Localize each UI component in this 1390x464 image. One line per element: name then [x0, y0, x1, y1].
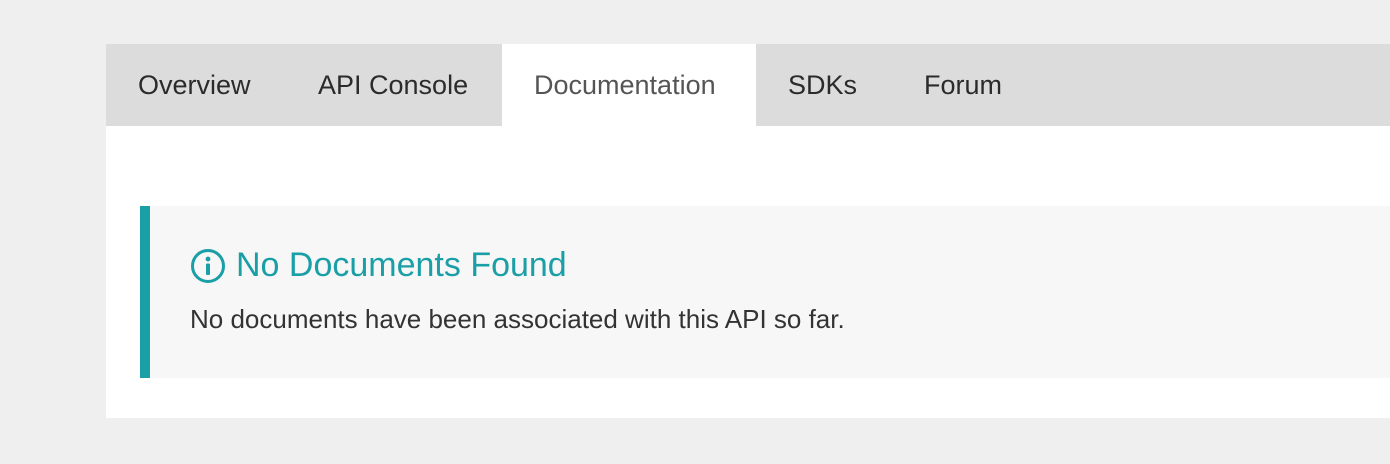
- info-icon: [190, 248, 226, 284]
- tab-overview[interactable]: Overview: [106, 44, 286, 126]
- tab-api-console[interactable]: API Console: [286, 44, 502, 126]
- tab-sdks[interactable]: SDKs: [756, 44, 892, 126]
- notice-title-row: No Documents Found: [190, 246, 567, 285]
- tab-forum[interactable]: Forum: [892, 44, 1040, 126]
- content-panel: Overview API Console Documentation SDKs …: [106, 44, 1390, 418]
- tab-bar: Overview API Console Documentation SDKs …: [106, 44, 1390, 126]
- no-documents-notice: No Documents Found No documents have bee…: [140, 206, 1390, 378]
- notice-message: No documents have been associated with t…: [190, 304, 845, 334]
- notice-title: No Documents Found: [236, 246, 567, 284]
- tab-documentation[interactable]: Documentation: [502, 44, 756, 126]
